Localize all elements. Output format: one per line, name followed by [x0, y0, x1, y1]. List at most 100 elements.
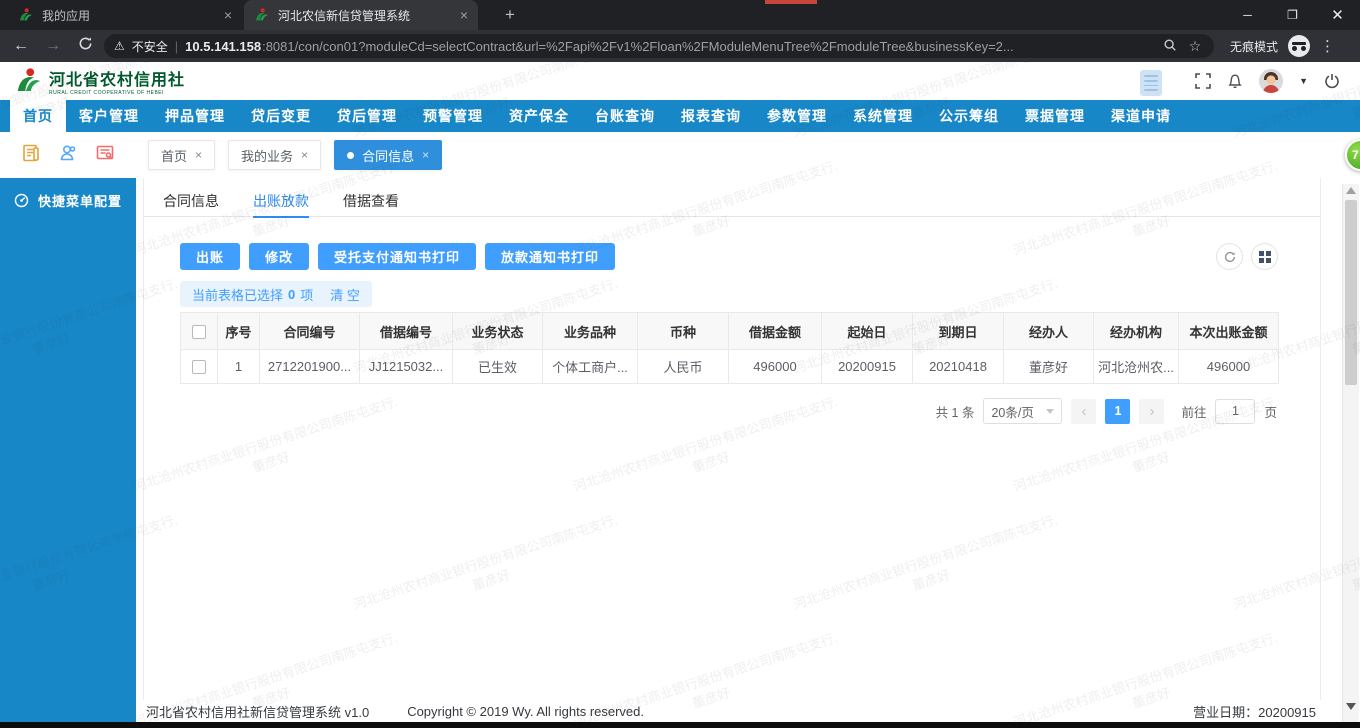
vertical-scrollbar[interactable]	[1342, 184, 1359, 722]
browser-menu-icon[interactable]: ⋮	[1320, 37, 1335, 55]
action-button-2[interactable]: 修改	[249, 243, 310, 270]
nav-item-5[interactable]: 贷后管理	[324, 100, 410, 132]
content-tab-2[interactable]: 出账放款	[253, 184, 309, 218]
table-row[interactable]: 1 2712201900... JJ1215032... 已生效 个体工商户... 人民币…	[180, 349, 1279, 384]
current-page[interactable]: 1	[1105, 398, 1131, 424]
select-all-checkbox[interactable]	[192, 324, 206, 339]
clear-selection-link[interactable]: 清 空	[330, 285, 360, 304]
next-page-button[interactable]: ›	[1139, 398, 1165, 424]
customer-person-icon[interactable]	[58, 143, 78, 168]
refresh-table-button[interactable]	[1216, 243, 1243, 270]
scroll-up-arrow-icon[interactable]	[1346, 187, 1356, 194]
scroll-down-arrow-icon[interactable]	[1346, 703, 1356, 710]
page-size-select[interactable]: 20条/页	[983, 398, 1063, 424]
logout-power-icon[interactable]	[1324, 73, 1340, 89]
workspace-tab-1[interactable]: 首页 ×	[148, 140, 216, 170]
action-button-1[interactable]: 出账	[180, 243, 241, 270]
reload-button[interactable]	[72, 36, 98, 56]
column-header-2: 合同编号	[259, 312, 360, 350]
new-tab-button[interactable]: +	[498, 4, 522, 28]
column-header-10: 经办人	[1003, 312, 1094, 350]
refresh-icon	[1224, 251, 1235, 262]
tab-title: 我的应用	[42, 8, 91, 23]
browser-tab-my-apps[interactable]: 我的应用 ×	[8, 0, 242, 30]
cell-1: 1	[217, 349, 260, 384]
notifications-bell-icon[interactable]	[1227, 73, 1243, 89]
rcc-logo-icon	[17, 68, 41, 91]
pagination: 共 1 条 20条/页 ‹ 1 › 前往 页	[180, 398, 1277, 424]
grid-icon	[1258, 250, 1271, 263]
close-button[interactable]: ✕	[1315, 0, 1360, 30]
prev-page-button[interactable]: ‹	[1071, 398, 1097, 424]
url-host: 10.5.141.158	[185, 38, 262, 54]
restore-button[interactable]: ❐	[1270, 0, 1315, 30]
business-date: 营业日期：20200915	[1193, 702, 1316, 721]
workspace-tab-3[interactable]: 合同信息 ×	[334, 140, 443, 170]
nav-item-11[interactable]: 系统管理	[840, 100, 926, 132]
column-settings-button[interactable]	[1251, 243, 1278, 270]
tab-close-icon[interactable]: ×	[195, 148, 202, 162]
nav-item-9[interactable]: 报表查询	[668, 100, 754, 132]
tab-close-icon[interactable]: ×	[422, 148, 429, 162]
forward-button[interactable]: →	[40, 37, 66, 55]
workspace-tab-label: 合同信息	[362, 148, 415, 164]
selection-text: 当前表格已选择	[192, 287, 284, 303]
sidebar-item-quick-menu-config[interactable]: 快捷菜单配置	[0, 178, 136, 223]
column-header-8: 起始日	[821, 312, 913, 350]
nav-item-4[interactable]: 贷后变更	[238, 100, 324, 132]
nav-item-1[interactable]: 首页	[10, 100, 66, 132]
selection-unit: 项	[300, 287, 314, 303]
content-tab-1[interactable]: 合同信息	[163, 184, 219, 217]
quick-panel-handle[interactable]	[1140, 70, 1162, 96]
nav-item-6[interactable]: 预警管理	[410, 100, 496, 132]
browser-tab-credit-system[interactable]: 河北农信新信贷管理系统 ×	[244, 0, 478, 30]
table-header-row: 序号 合同编号 借据编号 业务状态 业务品种 币种 借据金额 起始日 到期日 经办人 经办机构 本次出…	[180, 312, 1279, 350]
column-header-9: 到期日	[912, 312, 1004, 350]
column-header-1: 序号	[217, 312, 260, 350]
fullscreen-icon[interactable]	[1195, 73, 1211, 89]
content-tab-3[interactable]: 借据查看	[343, 184, 399, 217]
nav-item-7[interactable]: 资产保全	[496, 100, 582, 132]
audit-list-icon[interactable]	[95, 143, 115, 168]
nav-item-3[interactable]: 押品管理	[152, 100, 238, 132]
avatar-caret-icon[interactable]: ▼	[1299, 76, 1308, 86]
rcc-favicon-icon	[256, 8, 268, 21]
incognito-icon	[1288, 35, 1311, 57]
tab-close-icon[interactable]: ×	[224, 7, 232, 23]
incognito-label: 无痕模式	[1230, 39, 1279, 54]
security-label[interactable]: 不安全	[132, 38, 168, 55]
reload-icon	[79, 37, 91, 50]
cell-5: 个体工商户...	[542, 349, 638, 384]
tab-close-icon[interactable]: ×	[301, 148, 308, 162]
nav-item-14[interactable]: 渠道申请	[1098, 100, 1184, 132]
nav-item-13[interactable]: 票据管理	[1012, 100, 1098, 132]
user-avatar[interactable]	[1259, 69, 1284, 93]
minimize-button[interactable]: ─	[1225, 0, 1270, 30]
workspace-tabstrip: 首页 × 我的业务 × 合同信息 ×	[0, 132, 1360, 178]
nav-item-12[interactable]: 公示筹组	[926, 100, 1012, 132]
action-button-3[interactable]: 受托支付通知书打印	[318, 243, 477, 270]
nav-item-10[interactable]: 参数管理	[754, 100, 840, 132]
document-icon[interactable]	[21, 143, 41, 168]
zoom-icon[interactable]	[1161, 38, 1179, 55]
business-date-value: 20200915	[1258, 704, 1316, 720]
business-date-label: 营业日期：	[1193, 704, 1259, 720]
cell-3: JJ1215032...	[359, 349, 453, 384]
bookmark-star-icon[interactable]: ☆	[1186, 38, 1204, 55]
back-button[interactable]: ←	[8, 37, 34, 55]
scrollbar-thumb[interactable]	[1345, 200, 1357, 385]
nav-item-2[interactable]: 客户管理	[66, 100, 152, 132]
column-header-12: 本次出账金额	[1178, 312, 1279, 350]
action-button-4[interactable]: 放款通知书打印	[485, 243, 616, 270]
workspace-tab-label: 我的业务	[241, 148, 294, 164]
goto-page-input[interactable]	[1215, 398, 1256, 424]
bank-logo: 河北省农村信用社 RURAL CREDIT COOPERATIVE OF HEB…	[14, 66, 185, 96]
loan-table: 序号 合同编号 借据编号 业务状态 业务品种 币种 借据金额 起始日 到期日 经办人 经办机构 本次出…	[180, 312, 1279, 384]
workspace-tab-2[interactable]: 我的业务 ×	[228, 140, 322, 170]
workspace-tabs: 首页 × 我的业务 × 合同信息 ×	[148, 140, 443, 170]
nav-item-8[interactable]: 台账查询	[582, 100, 668, 132]
dashboard-gauge-icon	[14, 193, 29, 208]
row-checkbox[interactable]	[192, 360, 206, 375]
tab-close-icon[interactable]: ×	[460, 7, 468, 23]
address-bar[interactable]: ⚠ 不安全 | 10.5.141.158 :8081/con/con01?mod…	[104, 34, 1214, 58]
